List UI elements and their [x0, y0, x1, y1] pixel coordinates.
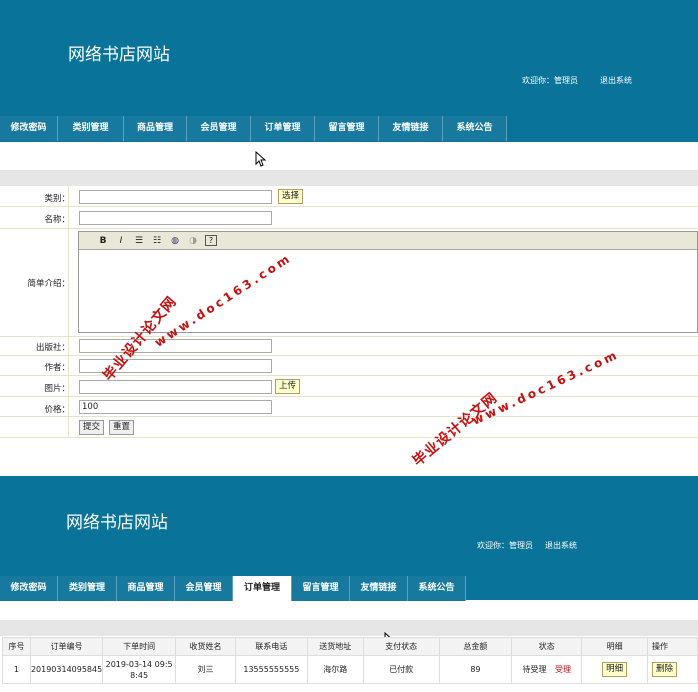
col-name: 收货姓名	[175, 637, 236, 656]
tab-orders[interactable]: 订单管理	[251, 116, 315, 141]
bottom-nav: 修改密码 类别管理 商品管理 会员管理 订单管理 留言管理 友情链接 系统公告	[0, 576, 466, 601]
buttons-row	[0, 417, 698, 438]
table-top-bar	[0, 620, 698, 636]
cell-total: 89	[438, 655, 513, 684]
tab-links[interactable]: 友情链接	[379, 116, 443, 141]
price-label: 价格：	[44, 405, 70, 415]
col-pay-status: 支付状态	[362, 637, 440, 656]
cell-name: 刘三	[175, 655, 236, 684]
image-label: 图片：	[44, 384, 70, 394]
bottom-tab-goods[interactable]: 商品管理	[117, 576, 175, 601]
cell-time-line1: 2019-03-14 09:5	[105, 659, 173, 669]
accept-link[interactable]: 受理	[555, 665, 571, 674]
tab-members[interactable]: 会员管理	[187, 116, 251, 141]
col-detail: 明细	[581, 637, 649, 656]
help-icon[interactable]: ?	[205, 235, 217, 246]
cell-action: 删除	[647, 655, 698, 684]
bottom-tab-change-password[interactable]: 修改密码	[0, 576, 58, 601]
col-address: 送货地址	[306, 637, 364, 656]
col-status: 状态	[511, 637, 583, 656]
orders-table: 序号 订单编号 下单时间 收货姓名 联系电话 送货地址 支付状态 总金额 状态 …	[2, 637, 698, 684]
cell-detail: 明细	[581, 655, 649, 684]
col-action: 操作	[647, 637, 698, 656]
price-input[interactable]: 100	[79, 400, 272, 414]
author-label: 作者：	[44, 363, 70, 373]
cell-time: 2019-03-14 09:5 8:45	[102, 655, 177, 684]
delete-button[interactable]: 删除	[652, 662, 678, 677]
name-input[interactable]	[79, 211, 272, 225]
bold-icon[interactable]: B	[97, 236, 109, 246]
upload-button[interactable]: 上传	[275, 379, 301, 394]
bottom-site-title: 网络书店网站	[66, 513, 168, 533]
cell-status: 待受理 受理	[511, 655, 583, 684]
intro-label: 简单介绍：	[27, 279, 70, 289]
submit-button[interactable]: 提交	[79, 420, 105, 435]
unlink-icon[interactable]: ◑	[187, 236, 199, 246]
cell-time-line2: 8:45	[130, 670, 149, 680]
logout-link[interactable]: 退出系统	[600, 75, 632, 86]
top-nav: 修改密码 类别管理 商品管理 会员管理 订单管理 留言管理 友情链接 系统公告	[0, 116, 507, 141]
cell-phone: 13555555555	[234, 655, 308, 684]
publisher-label: 出版社：	[35, 343, 70, 353]
choose-button[interactable]: 选择	[278, 189, 304, 204]
status-text: 待受理	[522, 665, 547, 674]
tab-change-password[interactable]: 修改密码	[0, 116, 58, 141]
bottom-logout-link[interactable]: 退出系统	[545, 540, 577, 551]
category-input[interactable]	[79, 190, 272, 204]
welcome-text: 欢迎你：管理员	[522, 76, 578, 85]
cell-order-id: 20190314095845	[29, 655, 104, 684]
bottom-welcome-text: 欢迎你：管理员	[477, 541, 533, 550]
form-top-bar	[0, 170, 698, 186]
table-header-row: 序号 订单编号 下单时间 收货姓名 联系电话 送货地址 支付状态 总金额 状态 …	[2, 637, 698, 656]
tab-messages[interactable]: 留言管理	[315, 116, 379, 141]
cell-no: 1	[2, 655, 31, 684]
bottom-tab-links[interactable]: 友情链接	[350, 576, 408, 601]
col-order-id: 订单编号	[29, 637, 104, 656]
cell-address: 海尔路	[306, 655, 364, 684]
bottom-tab-members[interactable]: 会员管理	[175, 576, 233, 601]
cell-pay-status: 已付款	[362, 655, 440, 684]
bottom-tab-orders[interactable]: 订单管理	[233, 576, 292, 601]
tab-category[interactable]: 类别管理	[58, 116, 124, 141]
italic-icon[interactable]: I	[115, 236, 127, 246]
col-no: 序号	[2, 637, 31, 656]
col-total: 总金额	[438, 637, 513, 656]
publisher-input[interactable]	[79, 339, 272, 353]
bottom-tab-messages[interactable]: 留言管理	[292, 576, 350, 601]
col-phone: 联系电话	[234, 637, 308, 656]
reset-button[interactable]: 重置	[109, 420, 135, 435]
editor-toolbar: B I ☰ ☷ ◍ ◑ ?	[79, 232, 697, 250]
rich-text-editor[interactable]: B I ☰ ☷ ◍ ◑ ?	[78, 231, 698, 333]
table-row: 1 20190314095845 2019-03-14 09:5 8:45 刘三…	[2, 655, 698, 684]
site-title: 网络书店网站	[68, 45, 170, 65]
col-time: 下单时间	[102, 637, 177, 656]
ordered-list-icon[interactable]: ☰	[133, 236, 145, 246]
bottom-tab-announcements[interactable]: 系统公告	[408, 576, 466, 601]
mouse-cursor-icon	[255, 151, 267, 167]
name-label: 名称：	[44, 215, 70, 225]
tab-announcements[interactable]: 系统公告	[443, 116, 507, 141]
image-input[interactable]	[79, 380, 272, 394]
link-icon[interactable]: ◍	[169, 236, 181, 246]
bottom-tab-category[interactable]: 类别管理	[58, 576, 117, 601]
category-label: 类别：	[44, 194, 70, 204]
detail-button[interactable]: 明细	[602, 662, 628, 677]
tab-goods[interactable]: 商品管理	[124, 116, 187, 141]
unordered-list-icon[interactable]: ☷	[151, 236, 163, 246]
